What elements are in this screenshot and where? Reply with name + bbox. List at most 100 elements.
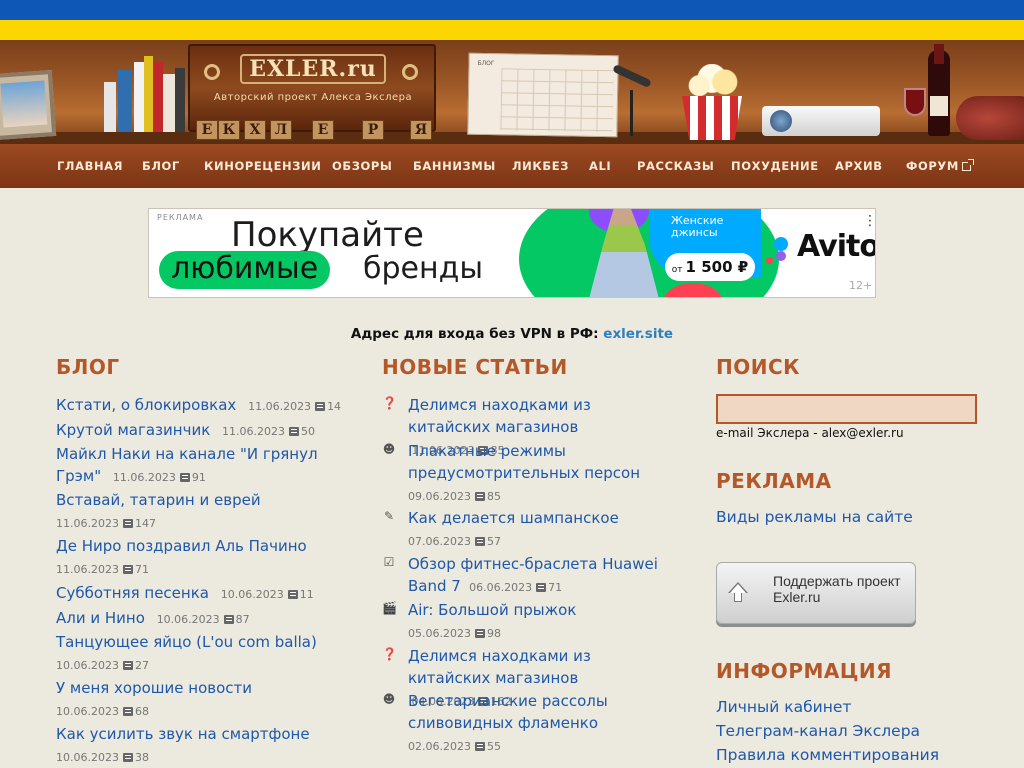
email-line: e-mail Экслера - alex@exler.ru — [716, 426, 904, 440]
post-meta: 11.06.2023 50 — [222, 425, 316, 438]
pencil-icon: ✎ — [383, 509, 395, 523]
post-meta: 05.06.2023 98 — [408, 627, 501, 640]
clapperboard-icon: 🎬 — [382, 601, 397, 615]
info-link-rules[interactable]: Правила комментирования — [716, 746, 939, 764]
ad-price-prefix: от — [671, 265, 683, 275]
comment-icon — [474, 537, 485, 546]
smiley-icon: ☻ — [382, 442, 396, 456]
comment-icon — [122, 565, 133, 574]
blog-post-link[interactable]: Кстати, о блокировках — [56, 396, 236, 414]
article-link[interactable]: Air: Большой прыжок — [408, 601, 576, 619]
comment-icon — [122, 753, 133, 762]
ad-headline-2: бренды — [363, 251, 484, 286]
book — [163, 74, 175, 132]
ad-promo-title: Женские джинсы — [671, 214, 724, 239]
popcorn-bucket — [682, 96, 742, 140]
letter-tile: К — [218, 120, 240, 140]
book — [118, 70, 132, 132]
article-link[interactable]: Делимся находками из китайских магазинов — [408, 396, 591, 436]
flag-stripe-blue — [0, 0, 1024, 20]
comment-icon — [122, 661, 133, 670]
comment-icon — [122, 519, 133, 528]
book — [104, 82, 116, 132]
ham-icon — [956, 96, 1024, 140]
blog-post-link[interactable]: Танцующее яйцо (L'ou com balla) — [56, 633, 317, 651]
support-project-label: Поддержать проект Exler.ru — [773, 573, 901, 605]
nav-weight-loss[interactable]: ПОХУДЕНИЕ — [731, 144, 819, 188]
wine-bottle-icon — [928, 44, 950, 136]
ring-icon — [402, 64, 418, 80]
nav-blog[interactable]: БЛОГ — [142, 144, 180, 188]
blog-heading: БЛОГ — [56, 355, 120, 379]
post-meta: 11.06.2023 91 — [112, 471, 206, 484]
list-item: Субботняя песенка 10.06.2023 11 — [56, 582, 346, 606]
nav-archive[interactable]: АРХИВ — [835, 144, 883, 188]
site-tagline: Авторский проект Алекса Экслера — [213, 92, 413, 103]
ad-price: от 1 500 ₽ — [665, 253, 755, 281]
article-link[interactable]: Вегетарианские рассолы сливовидных фламе… — [408, 692, 608, 732]
nav-ali[interactable]: ALI — [589, 144, 611, 188]
article-link[interactable]: Как делается шампанское — [408, 509, 619, 527]
ad-headline: Покупайте — [231, 215, 424, 255]
nav-home[interactable]: ГЛАВНАЯ — [57, 144, 123, 188]
question-icon: ❓ — [382, 396, 397, 410]
blog-post-link[interactable]: Али и Нино — [56, 609, 145, 627]
list-item: Танцующее яйцо (L'ou com balla) 10.06.202… — [56, 631, 346, 677]
comment-icon — [536, 583, 547, 592]
comment-icon — [474, 492, 485, 501]
comment-icon — [474, 742, 485, 751]
book — [134, 62, 144, 132]
blog-post-link[interactable]: Субботняя песенка — [56, 584, 209, 602]
book — [144, 56, 153, 132]
book — [175, 68, 185, 132]
smiley-icon: ☻ — [382, 692, 396, 706]
nav-stories[interactable]: РАССКАЗЫ — [637, 144, 714, 188]
blog-post-link[interactable]: Вставай, татарин и еврей — [56, 491, 261, 509]
list-item: Кстати, о блокировках 11.06.2023 14 — [56, 394, 346, 418]
site-logo[interactable]: EXLER.ru — [240, 54, 386, 84]
blog-post-link[interactable]: У меня хорошие новости — [56, 679, 252, 697]
ad-age-rating: 12+ — [849, 279, 873, 292]
post-meta: 10.06.2023 27 — [56, 659, 149, 672]
blog-post-link[interactable]: Де Ниро поздравил Аль Пачино — [56, 537, 307, 555]
mic-stand — [630, 90, 633, 136]
nav-reviews[interactable]: ОБЗОРЫ — [332, 144, 392, 188]
question-icon: ❓ — [382, 647, 397, 661]
ad-types-link[interactable]: Виды рекламы на сайте — [716, 508, 913, 526]
article-link[interactable]: Делимся находками из китайских магазинов — [408, 647, 591, 687]
nav-forum[interactable]: ФОРУМ — [906, 144, 974, 188]
calendar: БЛОГ — [467, 52, 619, 138]
post-meta: 11.06.2023 14 — [248, 400, 342, 413]
ad-banner[interactable]: РЕКЛАМА Покупайте любимые бренды Женские… — [148, 208, 876, 298]
info-link-account[interactable]: Личный кабинет — [716, 698, 851, 716]
search-input[interactable] — [716, 394, 977, 424]
ad-menu-icon[interactable]: ⋮ — [863, 213, 875, 229]
main-nav: ГЛАВНАЯ БЛОГ КИНОРЕЦЕНЗИИ ОБЗОРЫ БАННИЗМ… — [0, 144, 1024, 188]
nav-reviews-movies[interactable]: КИНОРЕЦЕНЗИИ — [204, 144, 321, 188]
ad-heading: РЕКЛАМА — [716, 469, 832, 493]
blog-post-link[interactable]: Крутой магазинчик — [56, 421, 210, 439]
ad-label: РЕКЛАМА — [157, 213, 204, 222]
articles-heading: НОВЫЕ СТАТЬИ — [382, 355, 568, 379]
upload-arrow-icon — [727, 582, 749, 605]
post-meta: 10.06.2023 87 — [156, 613, 250, 626]
blog-post-link[interactable]: Как усилить звук на смартфоне — [56, 725, 310, 743]
comment-icon — [289, 427, 300, 436]
letter-tile: Р — [362, 120, 384, 140]
post-meta: 10.06.2023 11 — [220, 588, 314, 601]
support-project-button[interactable]: Поддержать проект Exler.ru — [716, 562, 916, 624]
post-meta: 02.06.2023 55 — [408, 740, 501, 753]
calendar-label: БЛОГ — [477, 59, 495, 68]
nav-likbez[interactable]: ЛИКБЕЗ — [512, 144, 569, 188]
article-link[interactable]: Плакатные режимы предусмотрительных перс… — [408, 442, 640, 482]
post-meta: 06.06.2023 71 — [469, 581, 563, 594]
nav-bannizmy[interactable]: БАННИЗМЫ — [413, 144, 496, 188]
popcorn-icon — [680, 64, 744, 100]
info-link-telegram[interactable]: Телеграм-канал Экслера — [716, 722, 920, 740]
list-item: Де Ниро поздравил Аль Пачино 11.06.2023 71 — [56, 535, 346, 581]
post-meta: 10.06.2023 68 — [56, 705, 149, 718]
comment-icon — [474, 629, 485, 638]
clipboard-check-icon: ☑ — [383, 555, 395, 569]
vpn-link[interactable]: exler.site — [603, 326, 673, 342]
vpn-notice: Адрес для входа без VPN в РФ: exler.site — [0, 326, 1024, 342]
